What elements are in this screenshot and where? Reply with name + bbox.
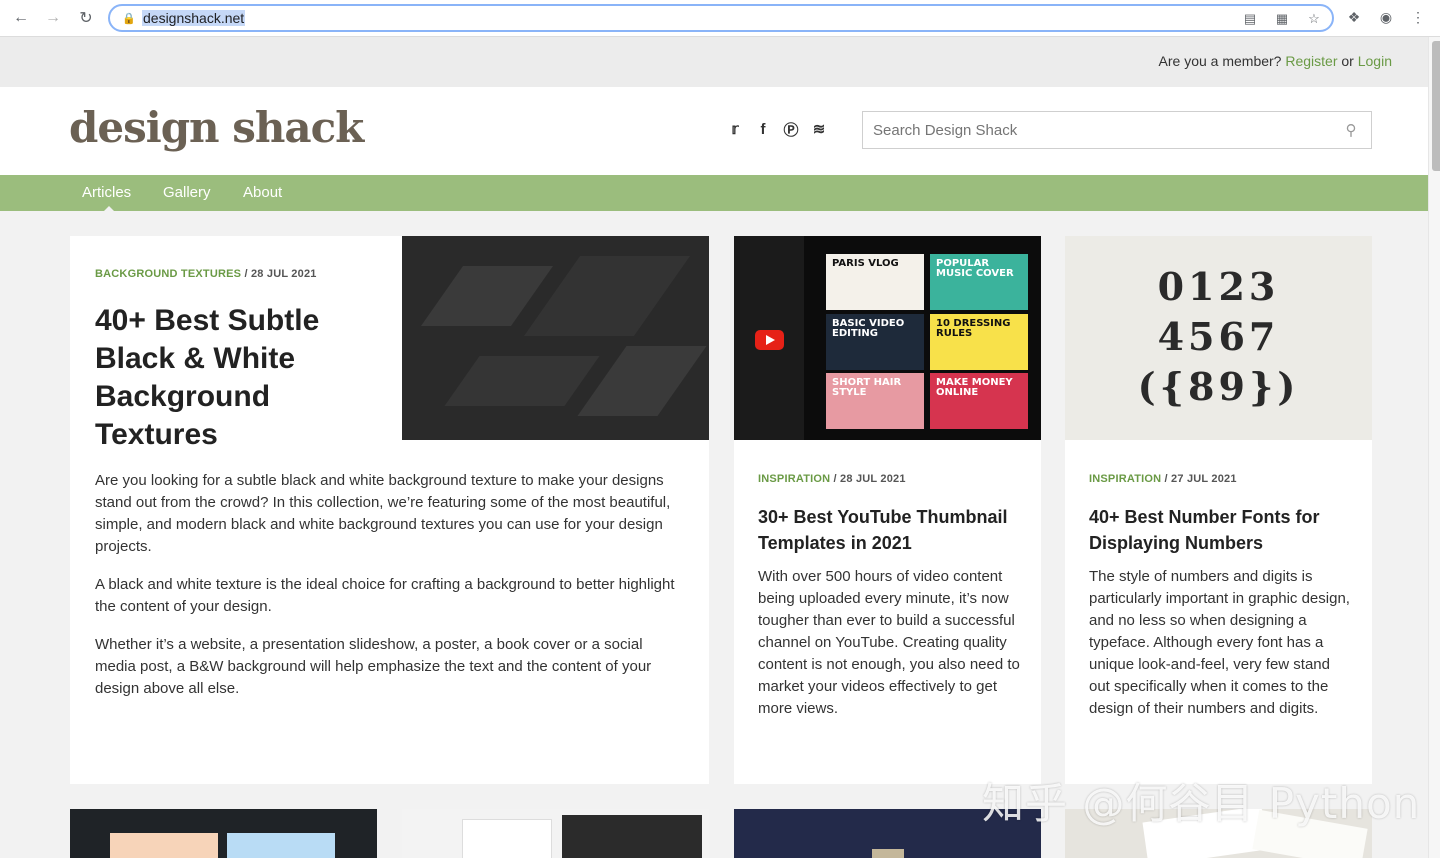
- thumb-basic-video-editing: BASIC VIDEO EDITING: [826, 314, 924, 370]
- nav-gallery[interactable]: Gallery: [163, 184, 211, 201]
- card2-date: / 28 JUL 2021: [833, 473, 906, 485]
- main-nav: Articles Gallery About: [0, 175, 1428, 211]
- card3-category[interactable]: INSPIRATION: [1089, 473, 1161, 485]
- pinterest-icon[interactable]: Ⓟ: [782, 119, 800, 139]
- bottom-card-2-image[interactable]: [402, 809, 709, 858]
- featured-category[interactable]: BACKGROUND TEXTURES: [95, 268, 241, 280]
- featured-date: / 28 JUL 2021: [244, 268, 317, 280]
- scrollbar-thumb[interactable]: [1432, 41, 1440, 171]
- featured-paragraph-2: A black and white texture is the ideal c…: [95, 576, 675, 615]
- card2-category[interactable]: INSPIRATION: [758, 473, 830, 485]
- site-header: design shack 𝕣 f Ⓟ ≋ ⚲: [0, 87, 1428, 175]
- watermark-text: 知乎 @何谷目 Python: [982, 779, 1421, 828]
- youtube-play-icon: [755, 330, 784, 350]
- back-icon[interactable]: ←: [8, 5, 34, 31]
- number-fonts-image[interactable]: 0123 4567 ({89}): [1065, 236, 1372, 440]
- profile-icon[interactable]: ◉: [1376, 6, 1396, 28]
- browser-toolbar: ← → ↻ 🔒 designshack.net ▤ ▦ ☆ ❖ ◉ ⋮: [0, 0, 1440, 37]
- card3-excerpt: The style of numbers and digits is parti…: [1089, 568, 1350, 717]
- card2-excerpt: With over 500 hours of video content bei…: [758, 568, 1020, 717]
- rss-icon[interactable]: ≋: [810, 119, 828, 139]
- star-icon[interactable]: ☆: [1304, 9, 1324, 29]
- member-message: Are you a member? Register or Login: [1159, 53, 1392, 69]
- number-line-1: 0123: [1157, 264, 1280, 309]
- thumb-paris-vlog: PARIS VLOG: [826, 254, 924, 310]
- nav-about[interactable]: About: [243, 184, 282, 201]
- thumb-dressing-rules: 10 DRESSING RULES: [930, 314, 1028, 370]
- member-bar: Are you a member? Register or Login: [0, 37, 1428, 87]
- featured-meta: BACKGROUND TEXTURES / 28 JUL 2021: [95, 268, 317, 280]
- thumb-make-money: MAKE MONEY ONLINE: [930, 373, 1028, 429]
- search-box: ⚲: [862, 111, 1372, 149]
- reload-icon[interactable]: ↻: [73, 5, 99, 31]
- featured-image[interactable]: [402, 236, 709, 440]
- card3-date: / 27 JUL 2021: [1164, 473, 1237, 485]
- member-question: Are you a member?: [1158, 53, 1282, 69]
- forward-icon[interactable]: →: [40, 5, 66, 31]
- twitter-icon[interactable]: 𝕣: [726, 119, 744, 139]
- register-link[interactable]: Register: [1285, 53, 1337, 69]
- search-icon[interactable]: ⚲: [1341, 120, 1361, 140]
- nav-articles[interactable]: Articles: [82, 184, 131, 201]
- menu-icon[interactable]: ⋮: [1408, 6, 1428, 28]
- featured-paragraph-3: Whether it’s a website, a presentation s…: [95, 636, 652, 697]
- extensions-icon[interactable]: ❖: [1344, 6, 1364, 28]
- search-input[interactable]: [863, 112, 1323, 148]
- address-bar[interactable]: 🔒 designshack.net ▤ ▦ ☆: [108, 4, 1334, 32]
- number-line-3: ({89}): [1137, 364, 1300, 409]
- url-text[interactable]: designshack.net: [142, 10, 246, 26]
- cast-icon[interactable]: ▤: [1240, 9, 1260, 29]
- social-links: 𝕣 f Ⓟ ≋: [726, 119, 828, 139]
- page-scrollbar[interactable]: [1428, 37, 1440, 858]
- thumb-popular-music: POPULAR MUSIC COVER: [930, 254, 1028, 310]
- article-card-youtube[interactable]: PARIS VLOG POPULAR MUSIC COVER BASIC VID…: [734, 236, 1041, 784]
- featured-article-card[interactable]: BACKGROUND TEXTURES / 28 JUL 2021 40+ Be…: [70, 236, 709, 784]
- site-logo[interactable]: design shack: [69, 103, 364, 152]
- number-line-2: 4567: [1157, 314, 1280, 359]
- article-card-number-fonts[interactable]: 0123 4567 ({89}) INSPIRATION / 27 JUL 20…: [1065, 236, 1372, 784]
- lock-icon[interactable]: 🔒: [122, 11, 136, 25]
- youtube-thumbnails-image[interactable]: PARIS VLOG POPULAR MUSIC COVER BASIC VID…: [734, 236, 1041, 440]
- card3-title[interactable]: 40+ Best Number Fonts for Displaying Num…: [1089, 504, 1349, 556]
- active-nav-indicator: [104, 206, 114, 211]
- login-link[interactable]: Login: [1358, 53, 1392, 69]
- facebook-icon[interactable]: f: [754, 119, 772, 139]
- or-text: or: [1341, 53, 1354, 69]
- featured-paragraph-1: Are you looking for a subtle black and w…: [95, 472, 671, 555]
- card2-title[interactable]: 30+ Best YouTube Thumbnail Templates in …: [758, 504, 1018, 556]
- bottom-card-1-image[interactable]: [70, 809, 377, 858]
- qr-icon[interactable]: ▦: [1272, 9, 1292, 29]
- thumb-short-hair: SHORT HAIR STYLE: [826, 373, 924, 429]
- card2-meta: INSPIRATION / 28 JUL 2021: [758, 473, 906, 485]
- featured-title[interactable]: 40+ Best Subtle Black & White Background…: [95, 302, 375, 454]
- card3-meta: INSPIRATION / 27 JUL 2021: [1089, 473, 1237, 485]
